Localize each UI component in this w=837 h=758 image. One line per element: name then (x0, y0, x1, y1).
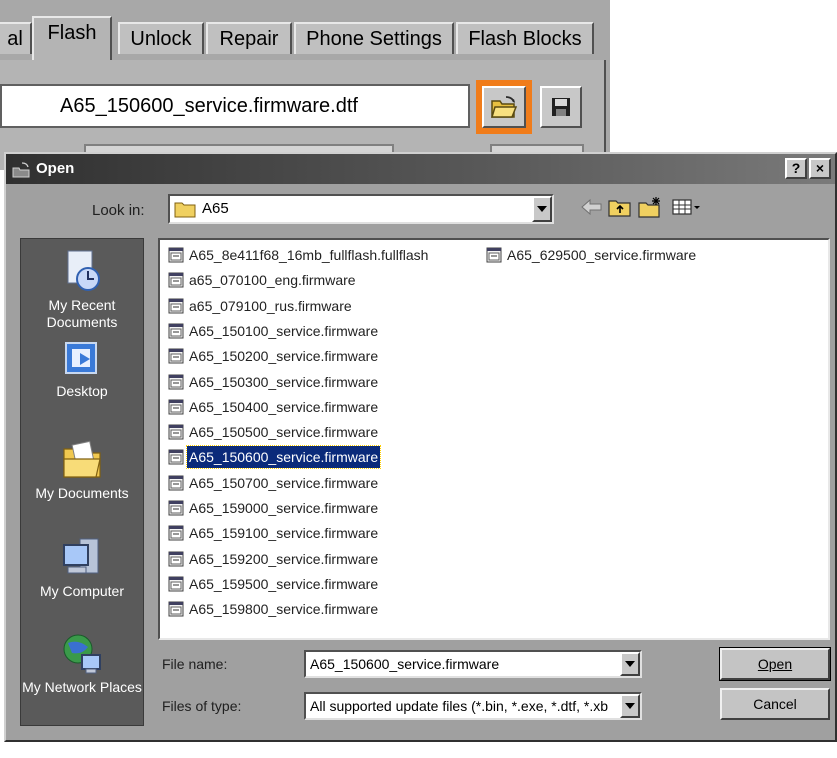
tab-phone-settings[interactable]: Phone Settings (294, 22, 454, 54)
my-documents-icon (63, 440, 101, 478)
file-icon (168, 323, 184, 339)
tab-repair[interactable]: Repair (206, 22, 292, 54)
place-desktop[interactable]: Desktop (21, 339, 143, 400)
open-dialog: Open ? × Look in: A65 My Recent Document… (4, 152, 837, 742)
list-item[interactable]: A65_629500_service.firmware (486, 244, 698, 266)
list-item[interactable]: A65_159200_service.firmware (168, 548, 380, 570)
firmware-path-field[interactable]: A65_150600_service.firmware.dtf (0, 84, 470, 128)
open-folder-icon (490, 96, 518, 118)
file-name: A65_629500_service.firmware (507, 247, 697, 263)
dialog-folder-icon (12, 162, 30, 178)
file-icon (168, 576, 184, 592)
look-in-dropdown[interactable]: A65 (168, 194, 554, 224)
list-item[interactable]: A65_150400_service.firmware (168, 396, 380, 418)
file-name-label: File name: (162, 656, 228, 672)
chevron-down-icon[interactable] (532, 196, 552, 222)
files-of-type-label: Files of type: (162, 698, 242, 714)
file-name: A65_150700_service.firmware (189, 474, 379, 491)
file-icon (168, 374, 184, 389)
view-menu-icon[interactable] (672, 196, 702, 223)
help-button[interactable]: ? (785, 158, 807, 179)
file-name: A65_159000_service.firmware (189, 500, 379, 516)
file-icon (168, 500, 184, 516)
place-my-documents[interactable]: My Documents (21, 437, 143, 502)
up-folder-icon[interactable] (608, 196, 632, 223)
list-item[interactable]: A65_159800_service.firmware (168, 598, 380, 620)
file-list[interactable]: A65_8e411f68_16mb_fullflash.fullflash a65… (158, 238, 830, 640)
list-item[interactable]: A65_8e411f68_16mb_fullflash.fullflash (168, 244, 430, 266)
file-icon (168, 601, 184, 617)
list-item[interactable]: a65_079100_rus.firmware (168, 295, 354, 317)
file-icon (168, 424, 184, 440)
file-icon (486, 247, 502, 263)
files-of-type-dropdown[interactable]: All supported update files (*.bin, *.exe… (304, 692, 642, 720)
file-name: a65_070100_eng.firmware (189, 272, 356, 289)
file-name-input[interactable]: A65_150600_service.firmware (304, 650, 642, 678)
file-name: A65_159800_service.firmware (189, 601, 379, 618)
file-name: A65_150400_service.firmware (189, 398, 379, 415)
list-item[interactable]: A65_150200_service.firmware (168, 345, 380, 367)
my-computer-icon (63, 538, 99, 574)
file-name: A65_159100_service.firmware (189, 525, 379, 542)
list-item[interactable]: A65_150500_service.firmware (168, 421, 380, 443)
file-name: A65_150300_service.firmware (189, 373, 379, 390)
save-file-button[interactable] (540, 86, 582, 128)
list-item[interactable]: A65_159000_service.firmware (168, 497, 380, 519)
list-item[interactable]: A65_159100_service.firmware (168, 522, 380, 544)
flasher-window: al Flash Unlock Repair Phone Settings Fl… (0, 0, 610, 170)
tab-general[interactable]: al (0, 22, 32, 54)
places-bar: My Recent Documents Desktop My Documents (20, 238, 144, 726)
back-arrow-icon[interactable] (580, 196, 604, 223)
file-name: A65_150200_service.firmware (189, 348, 379, 365)
file-name: A65_150100_service.firmware (189, 322, 379, 339)
file-icon (168, 399, 184, 415)
close-button[interactable]: × (809, 158, 831, 179)
cancel-button[interactable]: Cancel (720, 688, 830, 720)
place-recent-documents[interactable]: My Recent Documents (21, 249, 143, 331)
list-item[interactable]: A65_150300_service.firmware (168, 371, 380, 393)
place-my-computer[interactable]: My Computer (21, 535, 143, 600)
list-item[interactable]: A65_159500_service.firmware (168, 573, 380, 595)
file-icon (168, 247, 184, 263)
chevron-down-icon[interactable] (620, 652, 640, 676)
file-icon (168, 272, 184, 288)
tab-unlock[interactable]: Unlock (118, 22, 204, 54)
file-name: A65_150600_service.firmware (185, 445, 382, 470)
new-folder-icon[interactable] (638, 196, 662, 223)
file-name: A65_8e411f68_16mb_fullflash.fullflash (189, 247, 429, 263)
file-name: A65_159500_service.firmware (189, 575, 379, 592)
tab-strip: al Flash Unlock Repair Phone Settings Fl… (0, 16, 610, 60)
desktop-icon (65, 342, 97, 374)
folder-icon (174, 202, 196, 218)
chevron-down-icon[interactable] (620, 694, 640, 718)
file-icon (168, 449, 184, 465)
look-in-label: Look in: (92, 202, 145, 219)
place-my-network-places[interactable]: My Network Places (21, 631, 143, 696)
dialog-title: Open (36, 160, 75, 177)
tab-flash-blocks[interactable]: Flash Blocks (456, 22, 594, 54)
file-icon (168, 475, 184, 491)
file-name: A65_150500_service.firmware (189, 424, 379, 441)
list-item[interactable]: A65_150100_service.firmware (168, 320, 380, 342)
tab-flash[interactable]: Flash (32, 16, 112, 60)
list-item[interactable]: a65_070100_eng.firmware (168, 269, 358, 291)
list-item[interactable]: A65_150700_service.firmware (168, 472, 380, 494)
file-name: A65_159200_service.firmware (189, 550, 379, 567)
file-icon (168, 348, 184, 364)
open-file-button[interactable] (476, 80, 532, 134)
recent-documents-icon (67, 250, 100, 291)
file-name: a65_079100_rus.firmware (189, 297, 352, 314)
network-places-icon (63, 634, 101, 674)
file-icon (168, 298, 184, 314)
open-button[interactable]: Open (719, 647, 831, 681)
look-in-value: A65 (202, 200, 229, 217)
file-icon (168, 551, 184, 567)
file-icon (168, 525, 184, 541)
list-item[interactable]: A65_150600_service.firmware (168, 445, 382, 470)
dialog-titlebar: Open ? × (6, 154, 835, 184)
floppy-disk-icon (552, 98, 570, 116)
